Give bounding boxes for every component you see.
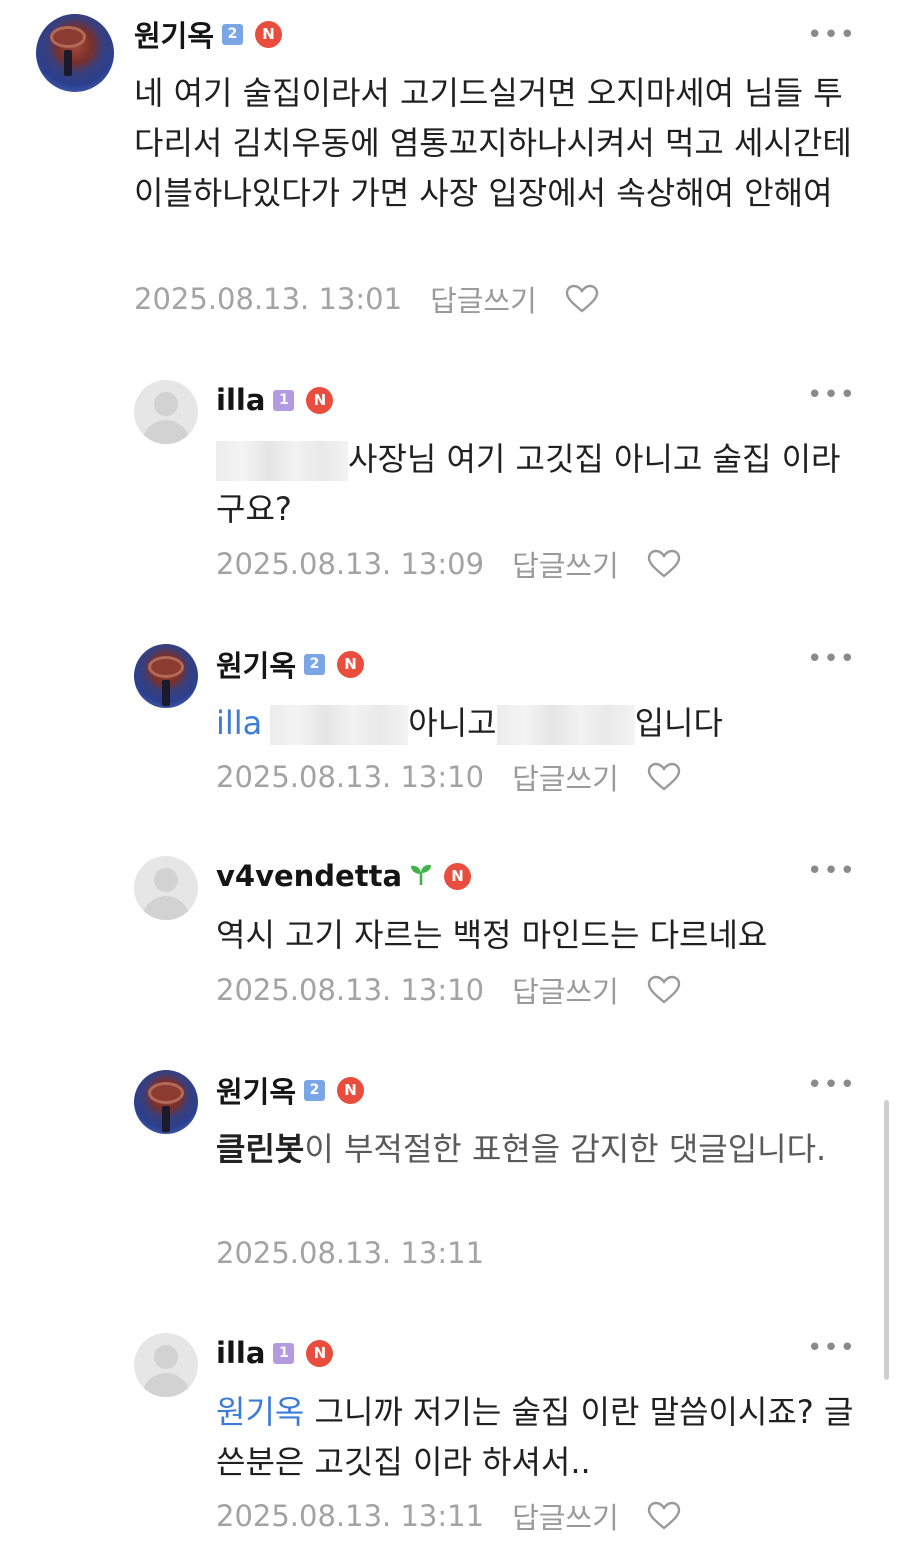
comment-timestamp: 2025.08.13. 13:11 — [216, 1236, 485, 1270]
comment-text: 역시 고기 자르는 백정 마인드는 다르네요 — [216, 916, 768, 954]
comment-timestamp: 2025.08.13. 13:09 — [216, 547, 485, 581]
comment-author[interactable]: illa — [216, 383, 265, 417]
level-icon: 1 — [273, 389, 295, 411]
comment-author[interactable]: v4vendetta — [216, 859, 402, 893]
blurred-text — [496, 705, 635, 745]
comment-author[interactable]: 원기옥 — [216, 1069, 296, 1111]
level-icon: 2 — [222, 23, 244, 45]
sprout-icon — [410, 862, 432, 890]
more-icon[interactable]: ••• — [807, 644, 856, 674]
mention-link[interactable]: 원기옥 — [216, 1393, 304, 1431]
comment-timestamp: 2025.08.13. 13:10 — [216, 973, 485, 1007]
comment-text: 클린봇이 부적절한 표현을 감지한 댓글입니다. — [216, 1130, 827, 1168]
comment-author[interactable]: illa — [216, 1336, 265, 1370]
more-icon[interactable]: ••• — [807, 380, 856, 410]
level-icon: 1 — [273, 1342, 295, 1364]
cleanbot-label: 클린봇 — [216, 1130, 305, 1168]
n-badge-icon: N — [444, 862, 472, 890]
more-icon[interactable]: ••• — [807, 1070, 856, 1100]
heart-icon[interactable] — [565, 284, 599, 314]
avatar[interactable] — [134, 856, 198, 920]
more-icon[interactable]: ••• — [807, 856, 856, 886]
n-badge-icon: N — [255, 20, 283, 48]
avatar[interactable] — [134, 644, 198, 708]
comment-author[interactable]: 원기옥 — [134, 13, 214, 55]
n-badge-icon: N — [306, 1339, 334, 1367]
reply-button[interactable]: 답글쓰기 — [512, 969, 619, 1011]
avatar[interactable] — [134, 1333, 198, 1397]
comment-text: 사장님 여기 고깃집 아니고 술집 이라구요? — [216, 440, 841, 528]
scrollbar[interactable] — [884, 1100, 889, 1380]
heart-icon[interactable] — [647, 549, 681, 579]
comment-timestamp: 2025.08.13. 13:11 — [216, 1499, 485, 1533]
more-icon[interactable]: ••• — [807, 1333, 856, 1363]
level-icon: 2 — [304, 1079, 326, 1101]
mention-link[interactable]: illa — [216, 704, 262, 742]
reply-button[interactable]: 답글쓰기 — [512, 543, 619, 585]
level-icon: 2 — [304, 653, 326, 675]
comment-timestamp: 2025.08.13. 13:01 — [134, 282, 403, 316]
n-badge-icon: N — [306, 386, 334, 414]
comment-text: 원기옥 그니까 저기는 술집 이란 말씀이시죠? 글쓴분은 고깃집 이라 하셔서… — [216, 1393, 854, 1481]
more-icon[interactable]: ••• — [807, 20, 856, 50]
blurred-mention — [216, 441, 348, 481]
comment-author[interactable]: 원기옥 — [216, 643, 296, 685]
avatar[interactable] — [134, 380, 198, 444]
blurred-text — [270, 705, 409, 745]
n-badge-icon: N — [337, 650, 365, 678]
reply-button[interactable]: 답글쓰기 — [430, 278, 537, 320]
n-badge-icon: N — [337, 1076, 365, 1104]
heart-icon[interactable] — [647, 975, 681, 1005]
avatar[interactable] — [36, 14, 114, 92]
reply-button[interactable]: 답글쓰기 — [512, 756, 619, 798]
heart-icon[interactable] — [647, 1501, 681, 1531]
comment-timestamp: 2025.08.13. 13:10 — [216, 760, 485, 794]
avatar[interactable] — [134, 1070, 198, 1134]
comment-text: 네 여기 술집이라서 고기드실거면 오지마세여 님들 투다리서 김치우동에 염통… — [134, 74, 852, 212]
reply-button[interactable]: 답글쓰기 — [512, 1495, 619, 1537]
heart-icon[interactable] — [647, 762, 681, 792]
comment-text: illa 아니고 입니다 — [216, 698, 856, 748]
